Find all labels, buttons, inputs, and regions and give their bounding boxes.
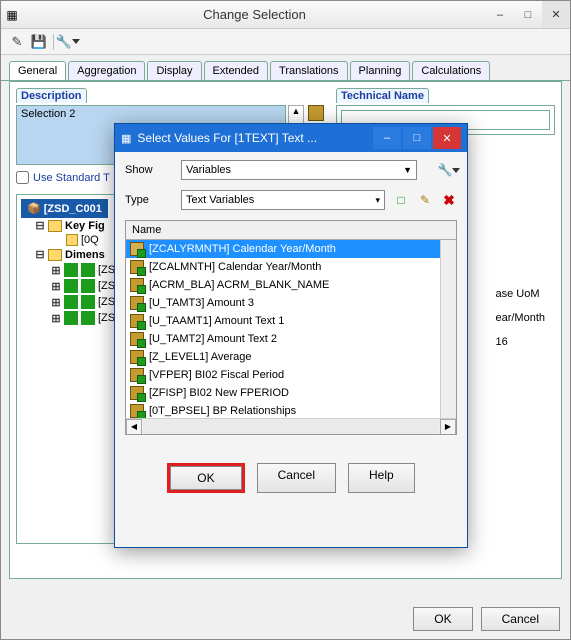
list-item-label: [U_TAMT3] Amount 3: [149, 297, 254, 309]
list-item[interactable]: [ZCALYRMNTH] Calendar Year/Month: [126, 240, 456, 258]
scroll-left-icon[interactable]: ◀: [126, 419, 142, 435]
modal-close-button[interactable]: ✕: [433, 127, 461, 149]
variable-icon: [130, 314, 144, 328]
modal-app-icon: ▦: [121, 132, 131, 145]
show-label: Show: [125, 164, 173, 176]
modal-titlebar: ▦ Select Values For [1TEXT] Text ... – □…: [115, 124, 467, 152]
list-item-label: [ZCALMNTH] Calendar Year/Month: [149, 261, 321, 273]
tab-display[interactable]: Display: [147, 61, 201, 80]
check-icon[interactable]: ✎: [9, 34, 25, 50]
description-picker-icon[interactable]: [308, 105, 324, 121]
variable-icon: [130, 404, 144, 418]
main-title: Change Selection: [23, 7, 486, 22]
list-item[interactable]: [U_TAMT2] Amount Text 2: [126, 330, 456, 348]
list-hscrollbar[interactable]: ◀ ▶: [126, 418, 456, 434]
list-item-label: [Z_LEVEL1] Average: [149, 351, 252, 363]
list-item[interactable]: [VFPER] BI02 Fiscal Period: [126, 366, 456, 384]
maximize-button[interactable]: □: [514, 1, 542, 28]
use-standard-label: Use Standard T: [33, 172, 110, 184]
variable-icon: [130, 242, 144, 256]
variable-icon: [130, 278, 144, 292]
variable-icon: [130, 386, 144, 400]
minimize-button[interactable]: –: [486, 1, 514, 28]
variable-icon: [130, 260, 144, 274]
modal-ok-button[interactable]: OK: [170, 466, 241, 490]
type-select[interactable]: Text Variables▾: [181, 190, 385, 210]
tab-general[interactable]: General: [9, 61, 66, 80]
list-item-label: [ZCALYRMNTH] Calendar Year/Month: [149, 243, 336, 255]
list-vscrollbar[interactable]: [440, 240, 456, 418]
variable-icon: [130, 332, 144, 346]
modal-minimize-button[interactable]: –: [373, 127, 401, 149]
list-item-label: [U_TAMT2] Amount Text 2: [149, 333, 277, 345]
show-select[interactable]: Variables▼: [181, 160, 417, 180]
main-cancel-button[interactable]: Cancel: [481, 607, 560, 631]
tree-header: 📦 [ZSD_C001: [21, 199, 108, 218]
modal-help-button[interactable]: Help: [348, 463, 415, 493]
close-button[interactable]: ✕: [542, 1, 570, 28]
list-item-label: [U_TAAMT1] Amount Text 1: [149, 315, 284, 327]
list-item-label: [ACRM_BLA] ACRM_BLANK_NAME: [149, 279, 329, 291]
list-item-label: [0T_BPSEL] BP Relationships: [149, 405, 296, 417]
side-values: ase UoM ear/Month 16: [495, 282, 545, 354]
app-icon: ▦: [1, 8, 23, 22]
modal-cancel-button[interactable]: Cancel: [257, 463, 336, 493]
save-icon[interactable]: 💾: [31, 34, 47, 50]
scroll-right-icon[interactable]: ▶: [440, 419, 456, 435]
list-item[interactable]: [U_TAAMT1] Amount Text 1: [126, 312, 456, 330]
description-label: Description: [16, 88, 87, 103]
list-item[interactable]: [ACRM_BLA] ACRM_BLANK_NAME: [126, 276, 456, 294]
use-standard-check[interactable]: [16, 171, 29, 184]
list-box: [ZCALYRMNTH] Calendar Year/Month [ZCALMNT…: [125, 240, 457, 435]
new-icon[interactable]: □: [393, 192, 409, 208]
list-item[interactable]: [ZFISP] BI02 New FPERIOD: [126, 384, 456, 402]
edit-icon[interactable]: ✎: [417, 192, 433, 208]
variable-icon: [130, 296, 144, 310]
wrench-icon[interactable]: 🔧: [60, 34, 76, 50]
modal-maximize-button[interactable]: □: [403, 127, 431, 149]
settings-icon[interactable]: 🔧: [441, 162, 457, 178]
delete-icon[interactable]: ✖: [441, 192, 457, 208]
tab-extended[interactable]: Extended: [204, 61, 268, 80]
main-titlebar: ▦ Change Selection – □ ✕: [1, 1, 570, 29]
list-header-name[interactable]: Name: [125, 220, 457, 240]
list-item[interactable]: [ZCALMNTH] Calendar Year/Month: [126, 258, 456, 276]
list-item-label: [ZFISP] BI02 New FPERIOD: [149, 387, 289, 399]
list-item-label: [VFPER] BI02 Fiscal Period: [149, 369, 284, 381]
modal-title: Select Values For [1TEXT] Text ...: [137, 131, 371, 145]
type-label: Type: [125, 194, 173, 206]
tab-translations[interactable]: Translations: [270, 61, 348, 80]
variable-icon: [130, 350, 144, 364]
tab-aggregation[interactable]: Aggregation: [68, 61, 145, 80]
tab-calculations[interactable]: Calculations: [412, 61, 490, 80]
main-tabstrip: General Aggregation Display Extended Tra…: [1, 55, 570, 81]
list-item[interactable]: [U_TAMT3] Amount 3: [126, 294, 456, 312]
main-ok-button[interactable]: OK: [413, 607, 472, 631]
technical-name-label: Technical Name: [336, 88, 429, 103]
list-item[interactable]: [Z_LEVEL1] Average: [126, 348, 456, 366]
main-toolbar: ✎ 💾 🔧: [1, 29, 570, 55]
variable-icon: [130, 368, 144, 382]
tab-planning[interactable]: Planning: [350, 61, 411, 80]
select-values-modal: ▦ Select Values For [1TEXT] Text ... – □…: [114, 123, 468, 548]
